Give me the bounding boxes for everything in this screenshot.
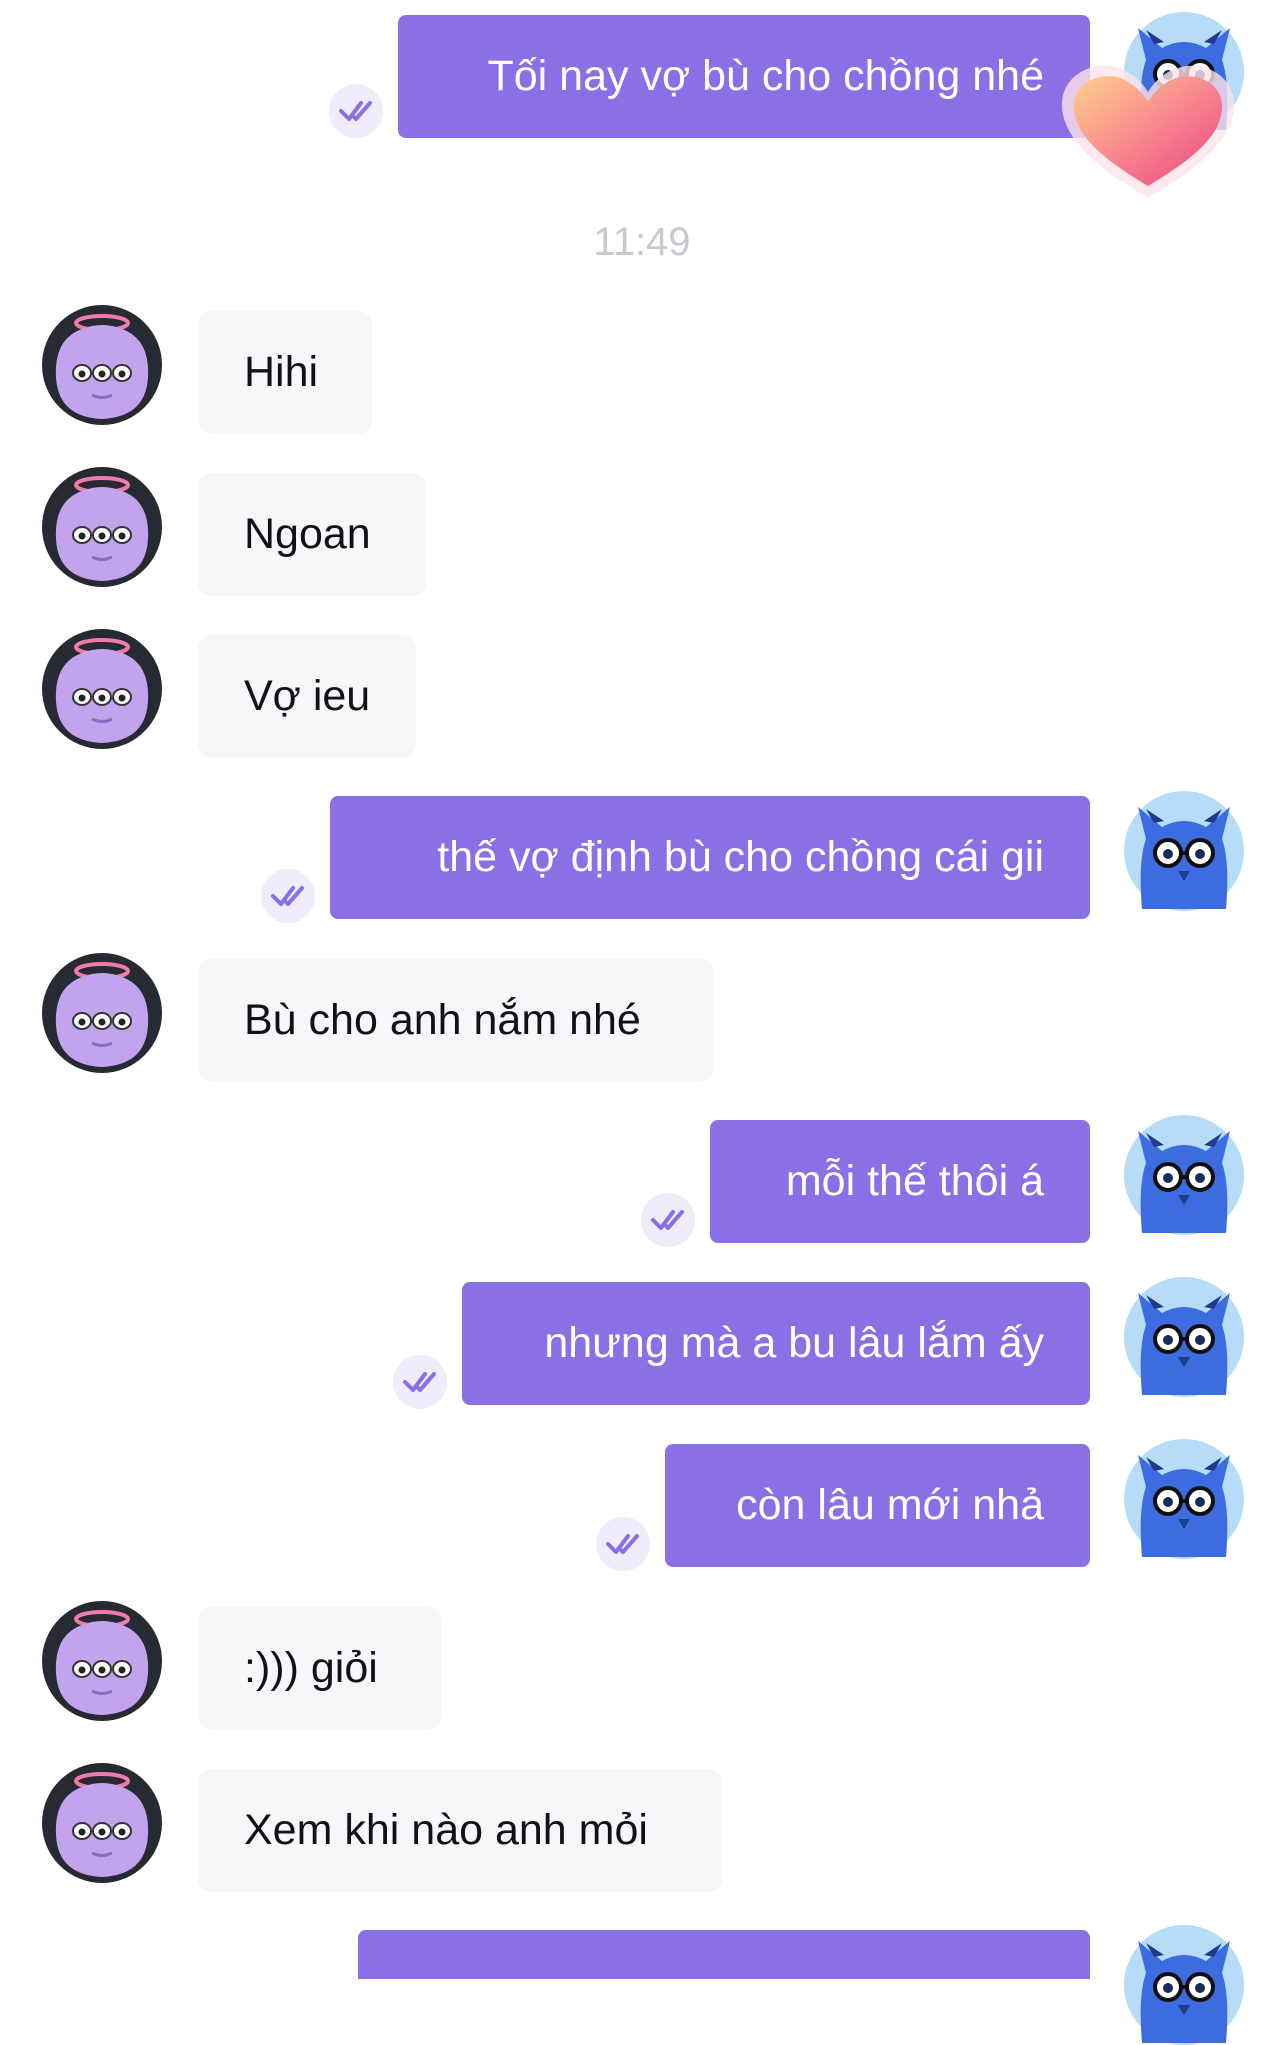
double-check-icon — [641, 1193, 695, 1247]
double-check-icon — [261, 869, 315, 923]
avatar-partner[interactable] — [42, 305, 162, 425]
message-text: :))) giỏi — [244, 1644, 378, 1692]
message-text: còn lâu mới nhả — [736, 1481, 1044, 1529]
message-bubble-outgoing[interactable]: còn lâu mới nhả — [665, 1444, 1090, 1567]
message-bubble-incoming[interactable]: Xem khi nào anh mỏi — [198, 1769, 722, 1892]
message-text: Tối nay vợ bù cho chồng nhé — [487, 52, 1044, 100]
avatar-self[interactable] — [1124, 791, 1244, 911]
message-text: nhưng mà a bu lâu lắm ấy — [544, 1319, 1044, 1367]
message-bubble-incoming[interactable]: Hihi — [198, 311, 372, 434]
message-text: Vợ ieu — [244, 672, 371, 720]
message-text: thế vợ định bù cho chồng cái gii — [437, 833, 1044, 881]
message-text: mỗi thế thôi á — [785, 1157, 1044, 1205]
avatar-partner[interactable] — [42, 953, 162, 1073]
double-check-icon — [596, 1517, 650, 1571]
avatar-self[interactable] — [1124, 1439, 1244, 1559]
avatar-partner[interactable] — [42, 1601, 162, 1721]
message-bubble-outgoing[interactable]: nhưng mà a bu lâu lắm ấy — [462, 1282, 1090, 1405]
heart-reaction-icon[interactable] — [1050, 52, 1246, 204]
message-bubble-outgoing[interactable]: thế vợ định bù cho chồng cái gii — [330, 796, 1090, 919]
message-text: Xem khi nào anh mỏi — [244, 1806, 648, 1854]
message-bubble-incoming[interactable]: Bù cho anh nắm nhé — [198, 959, 714, 1082]
avatar-self[interactable] — [1124, 1277, 1244, 1397]
message-bubble-outgoing[interactable]: mỗi thế thôi á — [710, 1120, 1090, 1243]
double-check-icon — [329, 84, 383, 138]
avatar-partner[interactable] — [42, 629, 162, 749]
message-bubble-outgoing[interactable]: Tối nay vợ bù cho chồng nhé — [398, 15, 1090, 138]
message-bubble-incoming[interactable]: :))) giỏi — [198, 1607, 441, 1730]
message-bubble-outgoing[interactable] — [358, 1930, 1090, 1979]
message-text: Bù cho anh nắm nhé — [244, 996, 641, 1044]
avatar-partner[interactable] — [42, 1763, 162, 1883]
avatar-self[interactable] — [1124, 1115, 1244, 1235]
double-check-icon — [393, 1355, 447, 1409]
avatar-self[interactable] — [1124, 1925, 1244, 2045]
timestamp: 11:49 — [593, 220, 691, 264]
avatar-partner[interactable] — [42, 467, 162, 587]
message-text: Hihi — [244, 348, 319, 396]
message-text: Ngoan — [244, 510, 371, 558]
message-bubble-incoming[interactable]: Ngoan — [198, 473, 426, 596]
message-bubble-incoming[interactable]: Vợ ieu — [198, 635, 416, 758]
